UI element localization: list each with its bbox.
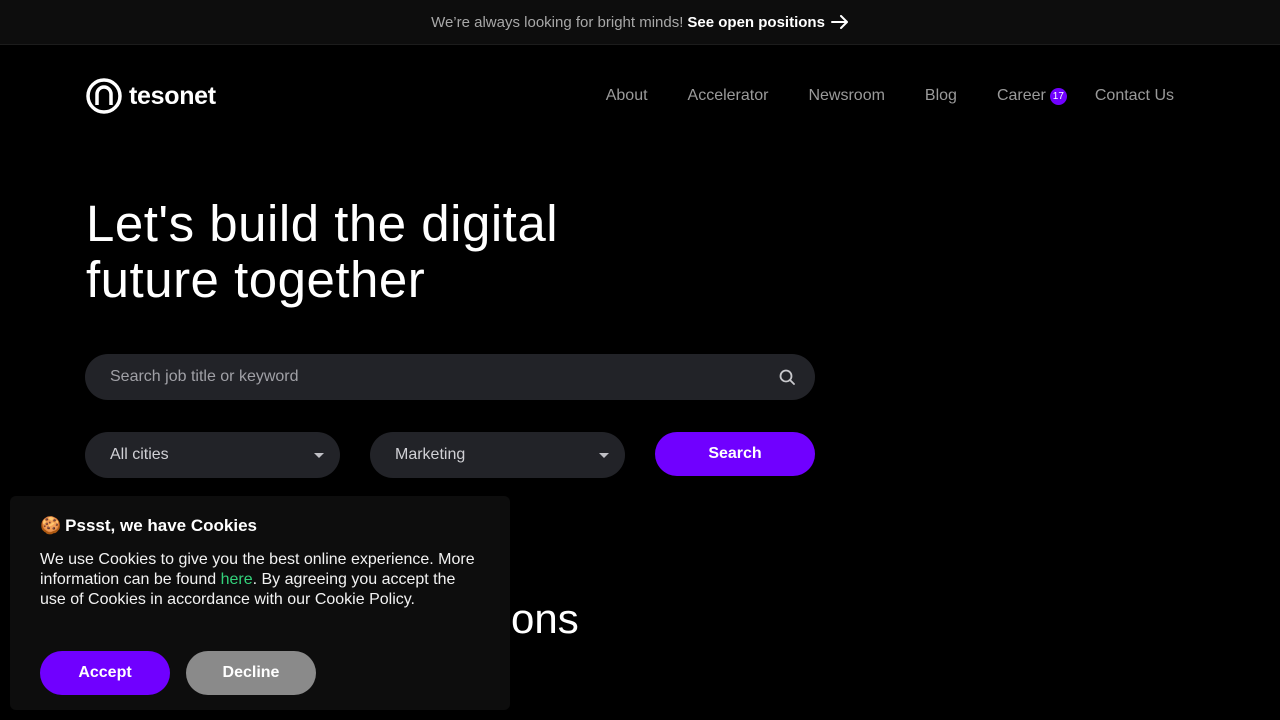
logo-text: tesonet <box>129 81 216 110</box>
site-header: tesonet About Accelerator Newsroom Blog … <box>86 78 1196 114</box>
chevron-down-icon <box>599 452 609 458</box>
cookie-buttons: Accept Decline <box>40 651 316 695</box>
announcement-bar: We’re always looking for bright minds! S… <box>0 0 1280 45</box>
chevron-down-icon <box>314 452 324 458</box>
cookie-icon: 🍪 <box>40 516 62 536</box>
decline-cookies-button[interactable]: Decline <box>186 651 316 695</box>
cookie-banner-title: 🍪 Pssst, we have Cookies <box>40 516 480 536</box>
logo[interactable]: tesonet <box>86 78 216 114</box>
job-search-box <box>85 354 815 400</box>
nav-accelerator[interactable]: Accelerator <box>688 87 769 105</box>
nav-contact-us[interactable]: Contact Us <box>1095 87 1174 105</box>
city-select-value: All cities <box>110 446 169 463</box>
cookie-policy-link[interactable]: here <box>221 571 253 588</box>
nav-career-label: Career <box>996 87 1046 104</box>
nav-about[interactable]: About <box>606 87 648 105</box>
nav-newsroom[interactable]: Newsroom <box>808 87 884 105</box>
search-icon[interactable] <box>778 368 796 386</box>
main-nav: About Accelerator Newsroom Blog Career 1… <box>606 87 1174 105</box>
nav-career[interactable]: Career 17 <box>997 87 1067 105</box>
tesonet-logo-icon <box>86 78 122 114</box>
see-open-positions-label: See open positions <box>687 13 825 31</box>
hero-title-line-1: Let's build the digital <box>86 195 559 252</box>
hero-title-line-2: future together <box>86 251 426 308</box>
career-count-badge: 17 <box>1049 87 1067 105</box>
accept-cookies-button[interactable]: Accept <box>40 651 170 695</box>
announcement-text: We’re always looking for bright minds! <box>431 13 684 31</box>
category-select[interactable]: Marketing <box>370 432 625 478</box>
cookie-banner-text: We use Cookies to give you the best onli… <box>40 550 480 610</box>
cookie-banner-title-text: Pssst, we have Cookies <box>65 516 257 535</box>
job-search-input[interactable] <box>110 368 778 386</box>
hero-title: Let's build the digital future together <box>86 196 706 308</box>
category-select-value: Marketing <box>395 446 466 463</box>
arrow-right-icon <box>830 15 848 29</box>
city-select[interactable]: All cities <box>85 432 340 478</box>
see-open-positions-link[interactable]: See open positions <box>687 14 849 31</box>
search-button[interactable]: Search <box>655 432 815 476</box>
cookie-banner: 🍪 Pssst, we have Cookies We use Cookies … <box>10 496 510 710</box>
nav-blog[interactable]: Blog <box>925 87 957 105</box>
